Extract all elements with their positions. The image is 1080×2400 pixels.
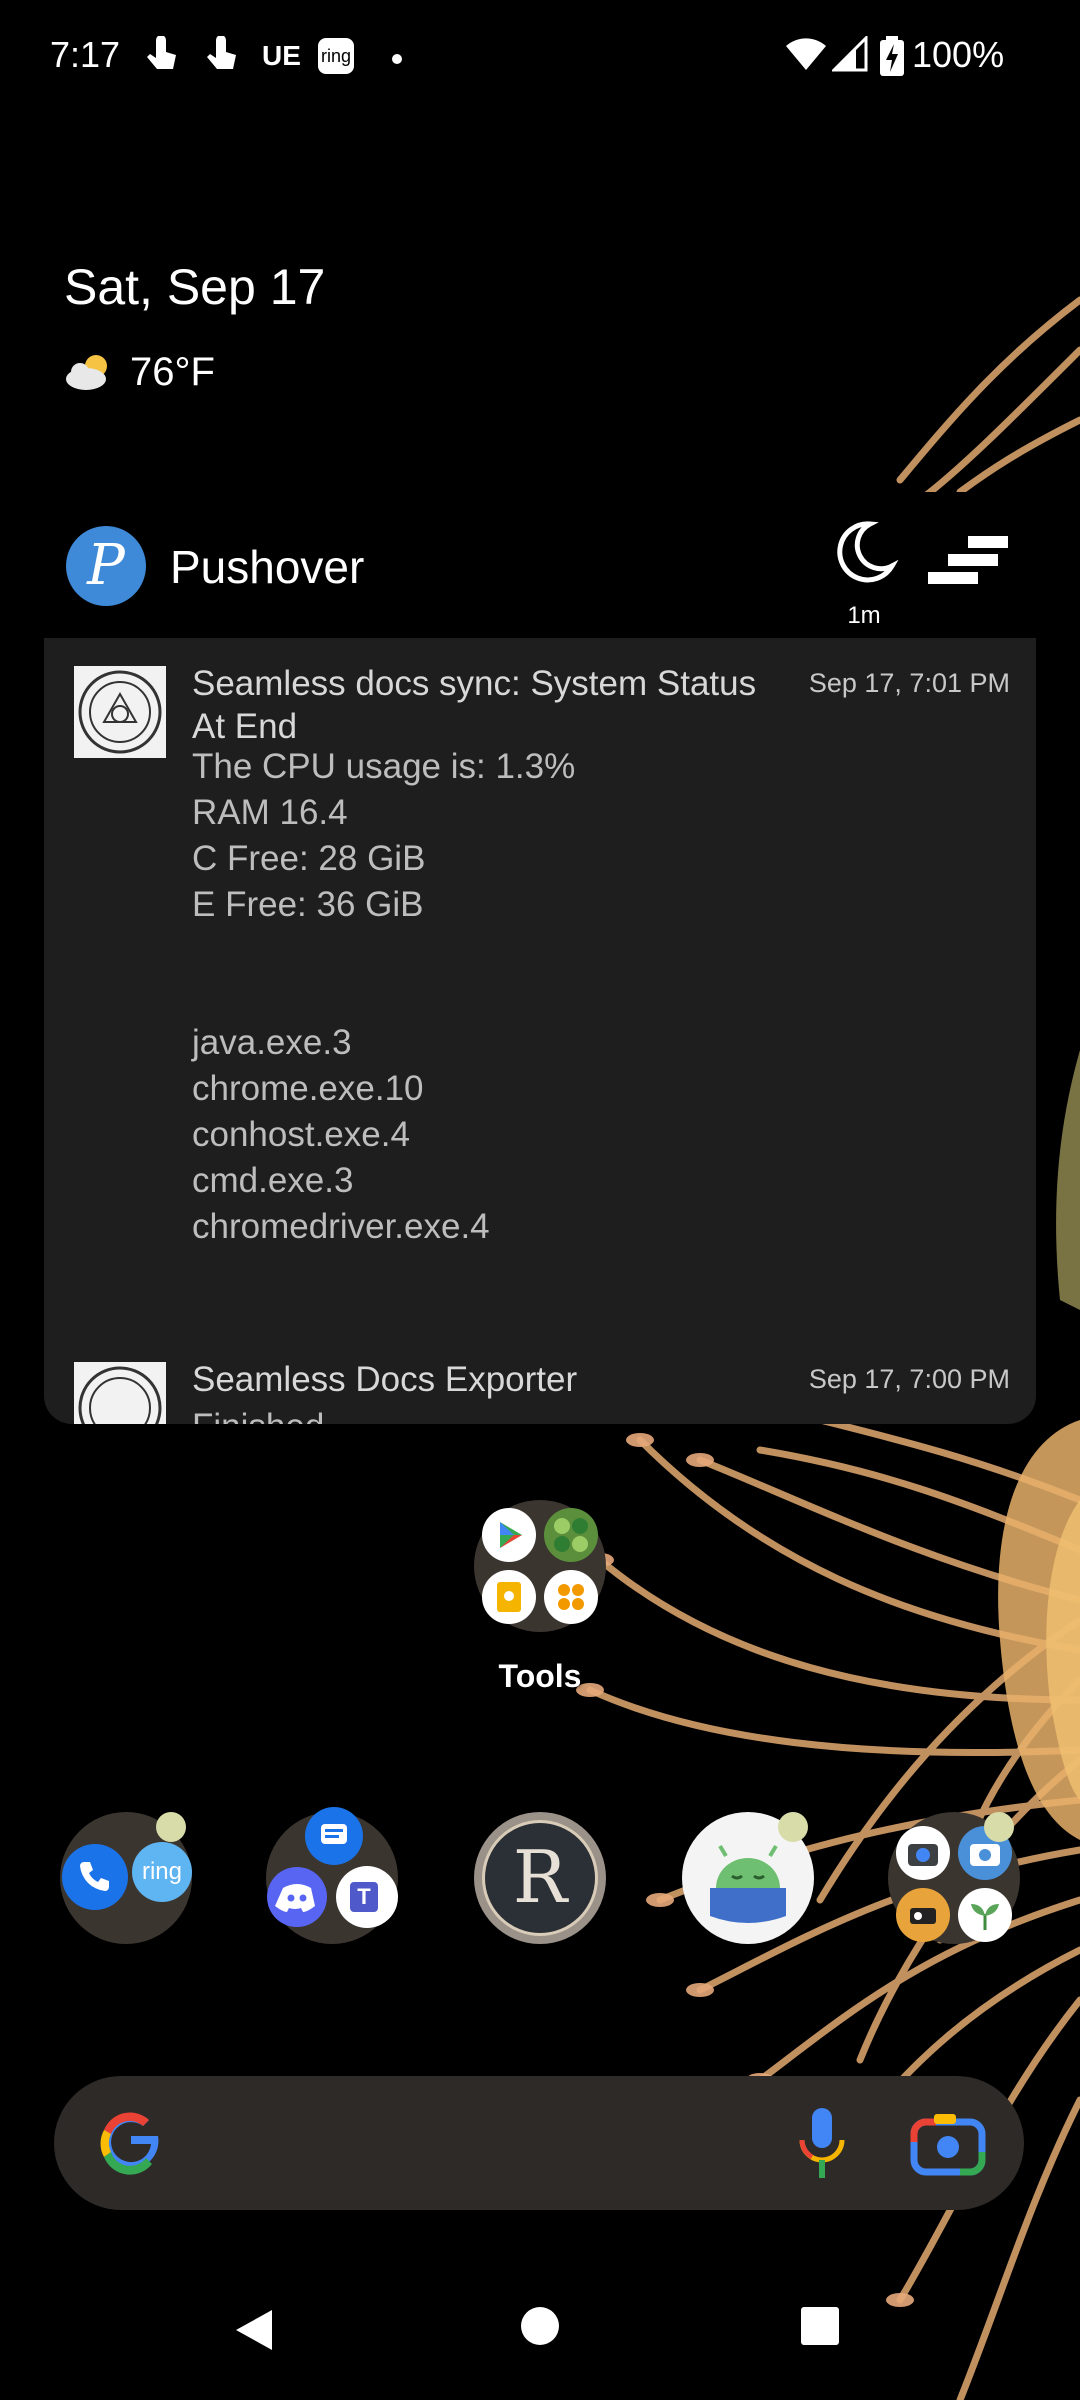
- google-search-bar[interactable]: [54, 2076, 1024, 2210]
- snooze-label: 1m: [847, 602, 881, 629]
- message-title: Seamless Docs Exporter: [192, 1360, 578, 1399]
- message-title: Seamless docs sync: System Status At End: [192, 664, 757, 746]
- status-time: 7:17: [50, 34, 121, 75]
- seal-logo-icon: [74, 1362, 166, 1424]
- phone-icon: [62, 1844, 128, 1910]
- messages-icon: [305, 1807, 363, 1865]
- notification-dot: [156, 1812, 186, 1842]
- google-lens-icon[interactable]: [910, 2112, 986, 2176]
- message-time: Sep 17, 7:00 PM: [808, 1364, 1010, 1394]
- microphone-icon[interactable]: [794, 2106, 850, 2182]
- phone-ring-folder[interactable]: ring: [60, 1812, 192, 1944]
- recents-button[interactable]: [800, 2306, 840, 2346]
- back-button[interactable]: [232, 2306, 276, 2354]
- usb-camera-icon: [896, 1888, 950, 1942]
- home-button[interactable]: [520, 2306, 560, 2346]
- pushover-logo-icon[interactable]: P: [66, 526, 146, 606]
- glance-weather[interactable]: 76°F: [64, 346, 215, 398]
- partly-cloudy-icon: [66, 355, 107, 390]
- play-store-icon: [482, 1508, 536, 1562]
- google-g-icon: [100, 2112, 160, 2175]
- sleep-as-android-app[interactable]: [682, 1812, 814, 1944]
- network-tools-icon: [544, 1508, 598, 1562]
- message-item[interactable]: Seamless Docs Exporter Sep 17, 7:00 PM F…: [44, 1336, 1036, 1424]
- seal-logo-icon: [74, 666, 166, 758]
- message-body: Finished: [192, 1404, 972, 1424]
- tools-folder[interactable]: [474, 1500, 606, 1632]
- clear-all-icon: [928, 536, 1008, 584]
- battery-percent: 100%: [912, 34, 1005, 75]
- pushover-message-list[interactable]: Seamless docs sync: System Status At End…: [44, 638, 1036, 1424]
- touch-gesture-icon-2: [207, 36, 236, 69]
- message-time: Sep 17, 7:01 PM: [808, 668, 1010, 698]
- more-notifications-dot: [392, 54, 402, 64]
- messaging-folder[interactable]: T: [266, 1807, 398, 1944]
- ring-notification-icon: ring: [318, 38, 354, 74]
- pushover-title[interactable]: Pushover: [170, 540, 364, 594]
- keep-notes-icon: [482, 1570, 536, 1624]
- message-body: The CPU usage is: 1.3% RAM 16.4 C Free: …: [192, 747, 576, 1246]
- snooze-button[interactable]: 1m: [824, 512, 904, 629]
- camera-icon: [896, 1826, 950, 1880]
- clear-all-button[interactable]: [924, 532, 1014, 602]
- teams-icon: T: [336, 1866, 398, 1928]
- discord-icon: [267, 1867, 327, 1927]
- runescape-icon: R: [482, 1820, 598, 1936]
- notification-dot: [778, 1812, 808, 1842]
- ring-icon: ring: [132, 1842, 192, 1902]
- cellular-signal-icon: [832, 36, 868, 72]
- battery-charging-icon: [880, 36, 904, 76]
- message-item[interactable]: Seamless docs sync: System Status At End…: [44, 638, 1036, 1318]
- runescape-app[interactable]: R: [474, 1812, 606, 1944]
- carrier-label: UE: [262, 40, 301, 71]
- touch-gesture-icon: [147, 36, 176, 69]
- status-bar: 7:17 UE ring 100%: [0, 0, 1080, 120]
- moon-icon: [837, 521, 899, 583]
- four-dots-icon: [544, 1570, 598, 1624]
- pushover-logo-letter: P: [87, 533, 125, 598]
- glance-temperature: 76°F: [130, 349, 215, 394]
- wifi-icon: [786, 38, 826, 70]
- plant-icon: [958, 1888, 1012, 1942]
- pushover-widget: P Pushover 1m Seamless docs sync: System…: [44, 492, 1036, 1424]
- notification-dot: [984, 1812, 1014, 1842]
- glance-date[interactable]: Sat, Sep 17: [64, 258, 325, 316]
- tools-folder-label: Tools: [498, 1658, 582, 1694]
- camera-folder[interactable]: [888, 1812, 1020, 1944]
